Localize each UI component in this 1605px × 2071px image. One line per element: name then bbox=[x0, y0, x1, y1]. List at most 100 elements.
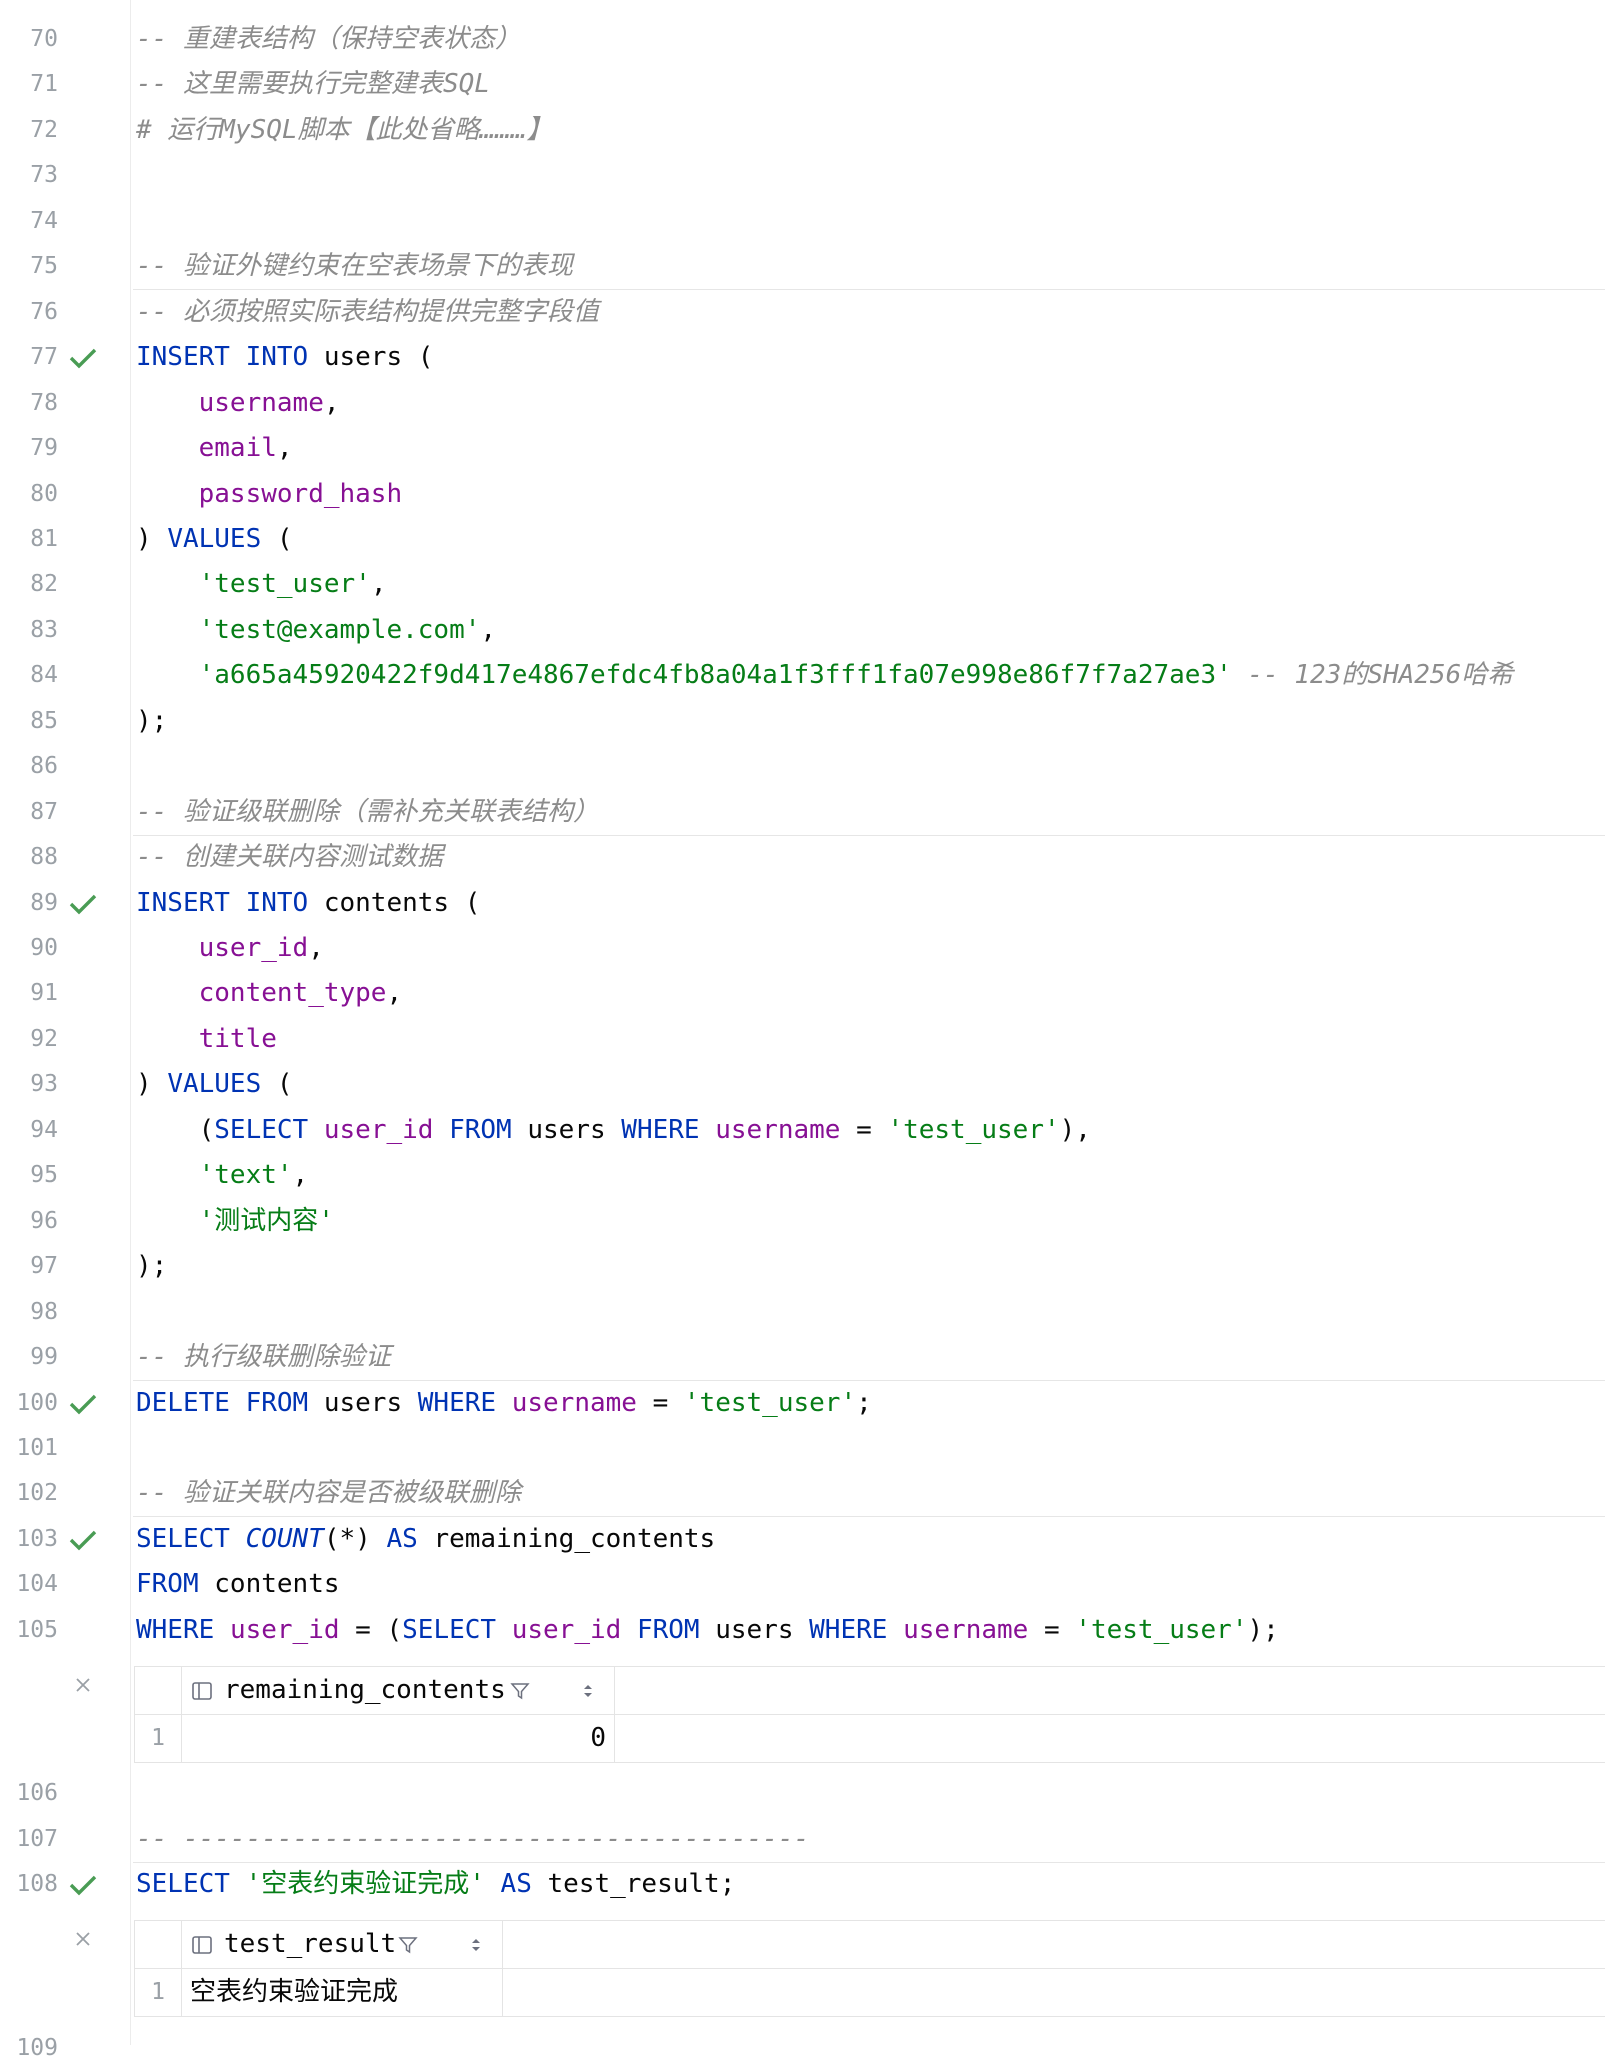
code-line[interactable]: 104 FROM contents bbox=[0, 1562, 1605, 1607]
code-line[interactable]: 108 SELECT '空表约束验证完成' AS test_result; bbox=[0, 1862, 1605, 1907]
code-line[interactable]: 80 password_hash bbox=[0, 472, 1605, 517]
code-line[interactable]: 74 bbox=[0, 199, 1605, 244]
code-text[interactable]: INSERT INTO contents ( bbox=[136, 881, 480, 926]
code-token: 'test_user' bbox=[1075, 1614, 1248, 1645]
code-line[interactable]: 93) VALUES ( bbox=[0, 1062, 1605, 1107]
sort-icon[interactable] bbox=[470, 1935, 482, 1955]
code-text[interactable]: SELECT COUNT(*) AS remaining_contents bbox=[136, 1517, 715, 1562]
code-line[interactable]: 70 -- 重建表结构（保持空表状态） bbox=[0, 17, 1605, 62]
code-text[interactable]: 'text', bbox=[136, 1153, 309, 1198]
sql-editor[interactable]: 70 -- 重建表结构（保持空表状态） 71 -- 这里需要执行完整建表SQL 72 # … bbox=[0, 0, 1605, 2061]
line-number: 95 bbox=[30, 1162, 58, 1189]
code-text[interactable]: -- 验证关联内容是否被级联删除 bbox=[136, 1471, 521, 1516]
code-line[interactable]: 77 INSERT INTO users ( bbox=[0, 335, 1605, 380]
code-line[interactable]: 84 'a665a45920422f9d417e4867efdc4fb8a04a… bbox=[0, 653, 1605, 698]
result-row[interactable]: 10 bbox=[135, 1714, 1605, 1762]
code-line[interactable]: 102 -- 验证关联内容是否被级联删除 bbox=[0, 1471, 1605, 1516]
code-line[interactable]: 101 bbox=[0, 1426, 1605, 1471]
code-line[interactable]: 82 'test_user', bbox=[0, 562, 1605, 607]
code-token: user_id bbox=[229, 1614, 340, 1645]
code-line[interactable]: 73 bbox=[0, 153, 1605, 198]
code-text[interactable]: 'test@example.com', bbox=[136, 608, 496, 653]
code-line[interactable]: 91 content_type, bbox=[0, 971, 1605, 1016]
check-icon[interactable] bbox=[68, 1392, 98, 1416]
check-icon[interactable] bbox=[68, 1528, 98, 1552]
code-text[interactable]: ); bbox=[136, 1244, 167, 1289]
code-text[interactable]: (SELECT user_id FROM users WHERE usernam… bbox=[136, 1108, 1091, 1153]
filter-icon[interactable] bbox=[510, 1681, 530, 1701]
code-line[interactable]: 95 'text', bbox=[0, 1153, 1605, 1198]
code-text[interactable]: -- 验证外键约束在空表场景下的表现 bbox=[136, 244, 573, 289]
code-line[interactable]: 100 DELETE FROM users WHERE username = 't… bbox=[0, 1381, 1605, 1426]
result-cell[interactable]: 空表约束验证完成 bbox=[182, 1969, 503, 2017]
code-line[interactable]: 89 INSERT INTO contents ( bbox=[0, 881, 1605, 926]
code-text[interactable]: -- 验证级联删除（需补充关联表结构） bbox=[136, 790, 599, 835]
code-text[interactable]: -- 执行级联删除验证 bbox=[136, 1335, 391, 1380]
code-line[interactable]: 94 (SELECT user_id FROM users WHERE user… bbox=[0, 1108, 1605, 1153]
code-text[interactable]: -- 重建表结构（保持空表状态） bbox=[136, 17, 521, 62]
result-cell[interactable]: 0 bbox=[182, 1714, 615, 1762]
code-text[interactable]: '测试内容' bbox=[136, 1199, 334, 1244]
result-table[interactable]: remaining_contents 1 0 bbox=[134, 1665, 1605, 1763]
check-icon[interactable] bbox=[68, 346, 98, 370]
code-text[interactable]: FROM contents bbox=[136, 1562, 340, 1607]
code-line[interactable]: 98 bbox=[0, 1290, 1605, 1335]
code-line[interactable]: 106 bbox=[0, 1771, 1605, 1816]
code-text[interactable]: ); bbox=[136, 699, 167, 744]
code-line[interactable]: 92 title bbox=[0, 1017, 1605, 1062]
code-line[interactable]: 81) VALUES ( bbox=[0, 517, 1605, 562]
code-text[interactable]: password_hash bbox=[136, 472, 403, 517]
code-line[interactable]: 88 -- 创建关联内容测试数据 bbox=[0, 835, 1605, 880]
check-icon[interactable] bbox=[68, 892, 98, 916]
code-line[interactable]: 97); bbox=[0, 1244, 1605, 1289]
code-text[interactable]: title bbox=[136, 1017, 277, 1062]
code-text[interactable]: 'a665a45920422f9d417e4867efdc4fb8a04a1f3… bbox=[136, 653, 1514, 698]
filter-icon[interactable] bbox=[398, 1935, 418, 1955]
code-text[interactable]: WHERE user_id = (SELECT user_id FROM use… bbox=[136, 1608, 1279, 1653]
code-text[interactable]: -- 这里需要执行完整建表SQL bbox=[136, 62, 490, 107]
line-number: 76 bbox=[30, 298, 58, 325]
code-text[interactable]: user_id, bbox=[136, 926, 324, 971]
code-text[interactable]: content_type, bbox=[136, 971, 403, 1016]
code-text[interactable]: email, bbox=[136, 426, 293, 471]
code-line[interactable]: 72 # 运行MySQL脚本【此处省略………】 bbox=[0, 108, 1605, 153]
code-text[interactable]: DELETE FROM users WHERE username = 'test… bbox=[136, 1381, 872, 1426]
sort-icon[interactable] bbox=[582, 1681, 594, 1701]
code-text[interactable]: username, bbox=[136, 381, 340, 426]
column-header[interactable]: remaining_contents bbox=[182, 1666, 615, 1714]
code-line[interactable]: 103 SELECT COUNT(*) AS remaining_contents bbox=[0, 1517, 1605, 1562]
code-text[interactable]: INSERT INTO users ( bbox=[136, 335, 433, 380]
code-line[interactable]: 86 bbox=[0, 744, 1605, 789]
code-line[interactable]: 105 WHERE user_id = (SELECT user_id FROM … bbox=[0, 1608, 1605, 1653]
code-line[interactable]: 83 'test@example.com', bbox=[0, 608, 1605, 653]
code-line[interactable]: 109 bbox=[0, 2026, 1605, 2071]
code-text[interactable]: ) VALUES ( bbox=[136, 517, 293, 562]
code-line[interactable]: 71 -- 这里需要执行完整建表SQL bbox=[0, 62, 1605, 107]
code-text[interactable]: -- 必须按照实际表结构提供完整字段值 bbox=[136, 290, 599, 335]
code-text[interactable]: -- 创建关联内容测试数据 bbox=[136, 835, 443, 880]
code-line[interactable]: 76 -- 必须按照实际表结构提供完整字段值 bbox=[0, 290, 1605, 335]
code-text[interactable]: -- -------------------------------------… bbox=[136, 1817, 809, 1862]
code-line[interactable]: 78 username, bbox=[0, 381, 1605, 426]
code-text[interactable]: ) VALUES ( bbox=[136, 1062, 293, 1107]
code-line[interactable]: 87 -- 验证级联删除（需补充关联表结构） bbox=[0, 790, 1605, 835]
close-result-icon[interactable] bbox=[72, 1674, 94, 1696]
code-line[interactable]: 107 -- ----------------------------------… bbox=[0, 1817, 1605, 1862]
line-number: 87 bbox=[30, 798, 58, 825]
check-icon[interactable] bbox=[68, 1873, 98, 1897]
code-text[interactable]: 'test_user', bbox=[136, 562, 387, 607]
code-line[interactable]: 96 '测试内容' bbox=[0, 1199, 1605, 1244]
code-text[interactable]: # 运行MySQL脚本【此处省略………】 bbox=[136, 108, 553, 153]
code-line[interactable]: 85); bbox=[0, 699, 1605, 744]
code-line[interactable]: 90 user_id, bbox=[0, 926, 1605, 971]
result-table[interactable]: test_result 1 空表约束验证完成 bbox=[134, 1920, 1605, 2018]
code-text[interactable]: SELECT '空表约束验证完成' AS test_result; bbox=[136, 1862, 735, 1907]
column-header[interactable]: test_result bbox=[182, 1921, 503, 1969]
code-line[interactable]: 99 -- 执行级联删除验证 bbox=[0, 1335, 1605, 1380]
code-line[interactable]: 79 email, bbox=[0, 426, 1605, 471]
result-row[interactable]: 1 空表约束验证完成 bbox=[135, 1969, 1605, 2017]
line-number: 108 bbox=[16, 1871, 58, 1898]
close-result-icon[interactable] bbox=[72, 1928, 94, 1950]
code-line[interactable]: 75 -- 验证外键约束在空表场景下的表现 bbox=[0, 244, 1605, 289]
